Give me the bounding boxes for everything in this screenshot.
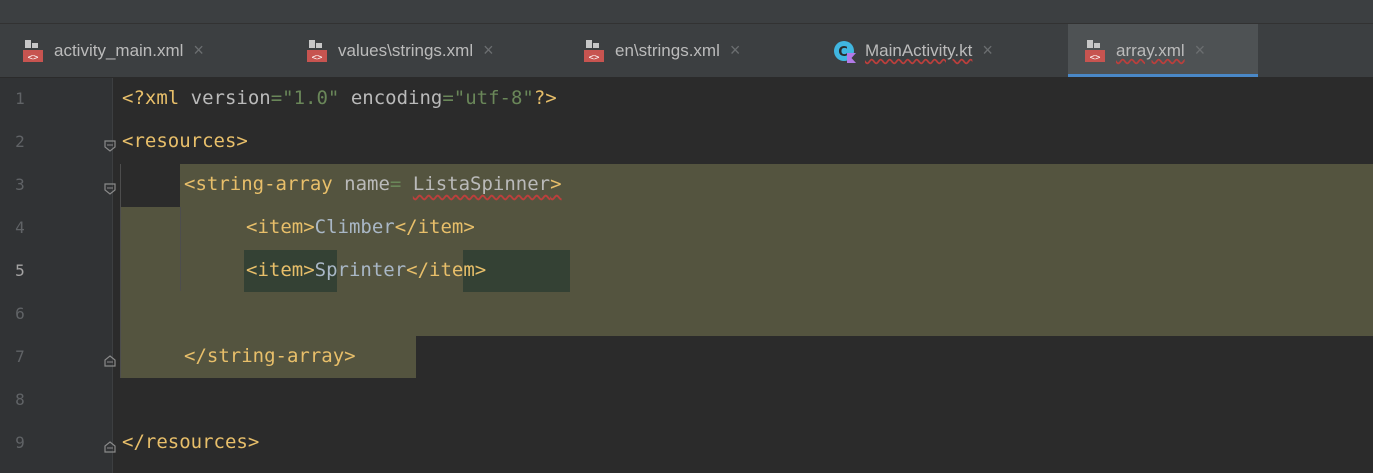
close-icon[interactable]: ×	[483, 40, 494, 61]
close-icon[interactable]: ×	[1195, 40, 1206, 61]
tab-values-strings-xml[interactable]: <> values\strings.xml ×	[306, 24, 494, 77]
svg-text:<>: <>	[28, 53, 39, 63]
tab-en-strings-xml[interactable]: <> en\strings.xml ×	[583, 24, 740, 77]
svg-text:<>: <>	[1090, 53, 1101, 63]
line-number: 6	[15, 304, 25, 323]
code-text: </resources>	[122, 431, 260, 453]
tab-activity-main-xml[interactable]: <> activity_main.xml ×	[22, 24, 204, 77]
kotlin-class-icon: C	[833, 39, 857, 63]
xml-file-icon: <>	[1084, 39, 1108, 63]
svg-text:<>: <>	[589, 53, 600, 63]
line-number: 1	[15, 89, 25, 108]
code-line[interactable]: 9 </resources>	[0, 422, 1373, 465]
svg-text:<>: <>	[312, 53, 323, 63]
tab-label: en\strings.xml	[615, 40, 720, 60]
xml-file-icon: <>	[306, 39, 330, 63]
line-number: 7	[15, 347, 25, 366]
xml-file-icon: <>	[22, 39, 46, 63]
code-line[interactable]: 1 <?xml version="1.0" encoding="utf-8"?>	[0, 78, 1373, 121]
code-text: </string-array>	[184, 345, 356, 367]
window-top-strip	[0, 0, 1373, 24]
tab-label: values\strings.xml	[338, 40, 474, 60]
code-text: <item>Sprinter</item>	[246, 259, 487, 281]
line-number: 9	[15, 433, 25, 452]
code-line[interactable]: 4 <item>Climber</item>	[0, 207, 1373, 250]
code-text: <string-array name= ListaSpinner>	[184, 173, 562, 195]
tab-label: activity_main.xml	[54, 40, 184, 60]
tab-array-xml[interactable]: <> array.xml ×	[1068, 24, 1258, 77]
editor-tab-bar: <> activity_main.xml × <> values\strings…	[0, 24, 1373, 78]
code-line[interactable]: 7 </string-array>	[0, 336, 1373, 379]
code-line[interactable]: 8	[0, 379, 1373, 422]
tab-label: MainActivity.kt	[865, 40, 973, 60]
svg-text:C: C	[838, 45, 848, 60]
close-icon[interactable]: ×	[193, 40, 204, 61]
code-line-current[interactable]: 5 <item>Sprinter</item>	[0, 250, 1373, 293]
code-line[interactable]: 3 <string-array name= ListaSpinner>	[0, 164, 1373, 207]
tab-mainactivity-kt[interactable]: C MainActivity.kt ×	[833, 24, 993, 77]
line-number: 5	[15, 261, 25, 280]
code-line[interactable]: 6	[0, 293, 1373, 336]
line-number: 8	[15, 390, 25, 409]
tab-label: array.xml	[1116, 40, 1185, 60]
code-editor[interactable]: 1 <?xml version="1.0" encoding="utf-8"?>…	[0, 78, 1373, 473]
line-number: 4	[15, 218, 25, 237]
close-icon[interactable]: ×	[982, 40, 993, 61]
line-number: 2	[15, 132, 25, 151]
close-icon[interactable]: ×	[730, 40, 741, 61]
code-text: <item>Climber</item>	[246, 216, 475, 238]
code-line[interactable]: 2 <resources>	[0, 121, 1373, 164]
xml-file-icon: <>	[583, 39, 607, 63]
code-text: <resources>	[122, 130, 248, 152]
line-number: 3	[15, 175, 25, 194]
code-text: <?xml version="1.0" encoding="utf-8"?>	[122, 87, 557, 109]
